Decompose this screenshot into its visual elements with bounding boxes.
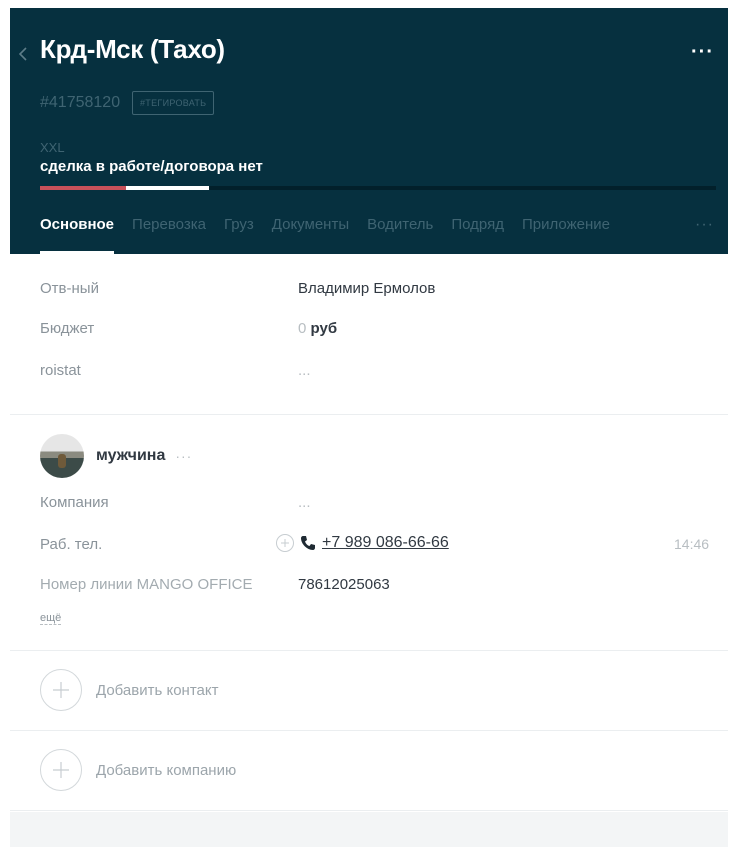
responsible-value[interactable]: Владимир Ермолов bbox=[298, 280, 435, 297]
header-more-button[interactable]: ··· bbox=[691, 42, 714, 62]
phone-link[interactable]: +7 989 086-66-66 bbox=[322, 534, 449, 552]
responsible-label: Отв-ный bbox=[40, 280, 99, 297]
budget-label: Бюджет bbox=[40, 320, 95, 337]
mango-label: Номер линии MANGO OFFICE bbox=[40, 576, 253, 593]
back-button[interactable] bbox=[16, 44, 30, 64]
status-progress-fill bbox=[40, 186, 209, 190]
deal-tabs: Основное Перевозка Груз Документы Водите… bbox=[40, 216, 714, 254]
tab-driver[interactable]: Водитель bbox=[367, 216, 433, 252]
company-value[interactable]: ... bbox=[298, 494, 311, 511]
tab-attachment[interactable]: Приложение bbox=[522, 216, 610, 252]
bottom-panel bbox=[10, 812, 728, 847]
tab-cargo[interactable]: Груз bbox=[224, 216, 254, 252]
deal-title[interactable]: Крд-Мск (Тахо) bbox=[40, 34, 225, 65]
phone-label: Раб. тел. bbox=[40, 536, 103, 553]
phone-time: 14:46 bbox=[674, 536, 710, 552]
status-progress-bar bbox=[40, 186, 716, 190]
tag-button[interactable]: #ТЕГИРОВАТЬ bbox=[132, 91, 215, 115]
deal-status[interactable]: сделка в работе/договора нет bbox=[40, 158, 263, 175]
add-company-circle bbox=[40, 749, 82, 791]
budget-value[interactable]: 0 руб bbox=[298, 320, 337, 337]
add-contact-button[interactable]: Добавить контакт bbox=[40, 669, 219, 711]
add-contact-label: Добавить контакт bbox=[96, 681, 219, 699]
phone-field: +7 989 086-66-66 bbox=[276, 534, 449, 552]
plus-icon bbox=[53, 682, 69, 698]
plus-icon bbox=[53, 762, 69, 778]
plus-icon bbox=[281, 539, 289, 547]
phone-icon bbox=[301, 536, 315, 550]
budget-amount: 0 bbox=[298, 320, 307, 337]
mango-value[interactable]: 78612025063 bbox=[298, 576, 390, 593]
show-more-link[interactable]: ещё bbox=[40, 612, 62, 625]
section-divider bbox=[10, 810, 728, 811]
section-divider bbox=[10, 650, 728, 651]
add-company-button[interactable]: Добавить компанию bbox=[40, 749, 237, 791]
add-phone-button[interactable] bbox=[276, 534, 294, 552]
company-label: Компания bbox=[40, 494, 109, 511]
contact-name[interactable]: мужчина bbox=[96, 447, 165, 465]
contact-more-button[interactable]: ··· bbox=[175, 448, 192, 464]
pipeline-name[interactable]: XXL bbox=[40, 140, 65, 155]
contact-header: мужчина ··· bbox=[40, 434, 192, 478]
section-divider bbox=[10, 414, 728, 415]
chevron-left-icon bbox=[18, 47, 27, 61]
tab-transport[interactable]: Перевозка bbox=[132, 216, 206, 252]
roistat-value[interactable]: ... bbox=[298, 362, 311, 379]
tab-contractor[interactable]: Подряд bbox=[451, 216, 504, 252]
deal-header: Крд-Мск (Тахо) ··· #41758120 #ТЕГИРОВАТЬ… bbox=[10, 8, 728, 254]
roistat-label: roistat bbox=[40, 362, 81, 379]
tab-documents[interactable]: Документы bbox=[272, 216, 349, 252]
add-company-label: Добавить компанию bbox=[96, 761, 237, 779]
budget-currency: руб bbox=[310, 320, 338, 337]
section-divider bbox=[10, 730, 728, 731]
deal-id: #41758120 bbox=[40, 94, 121, 111]
tabs-more-button[interactable]: ··· bbox=[695, 216, 714, 234]
tab-main[interactable]: Основное bbox=[40, 216, 115, 254]
add-contact-circle bbox=[40, 669, 82, 711]
avatar[interactable] bbox=[40, 434, 84, 478]
